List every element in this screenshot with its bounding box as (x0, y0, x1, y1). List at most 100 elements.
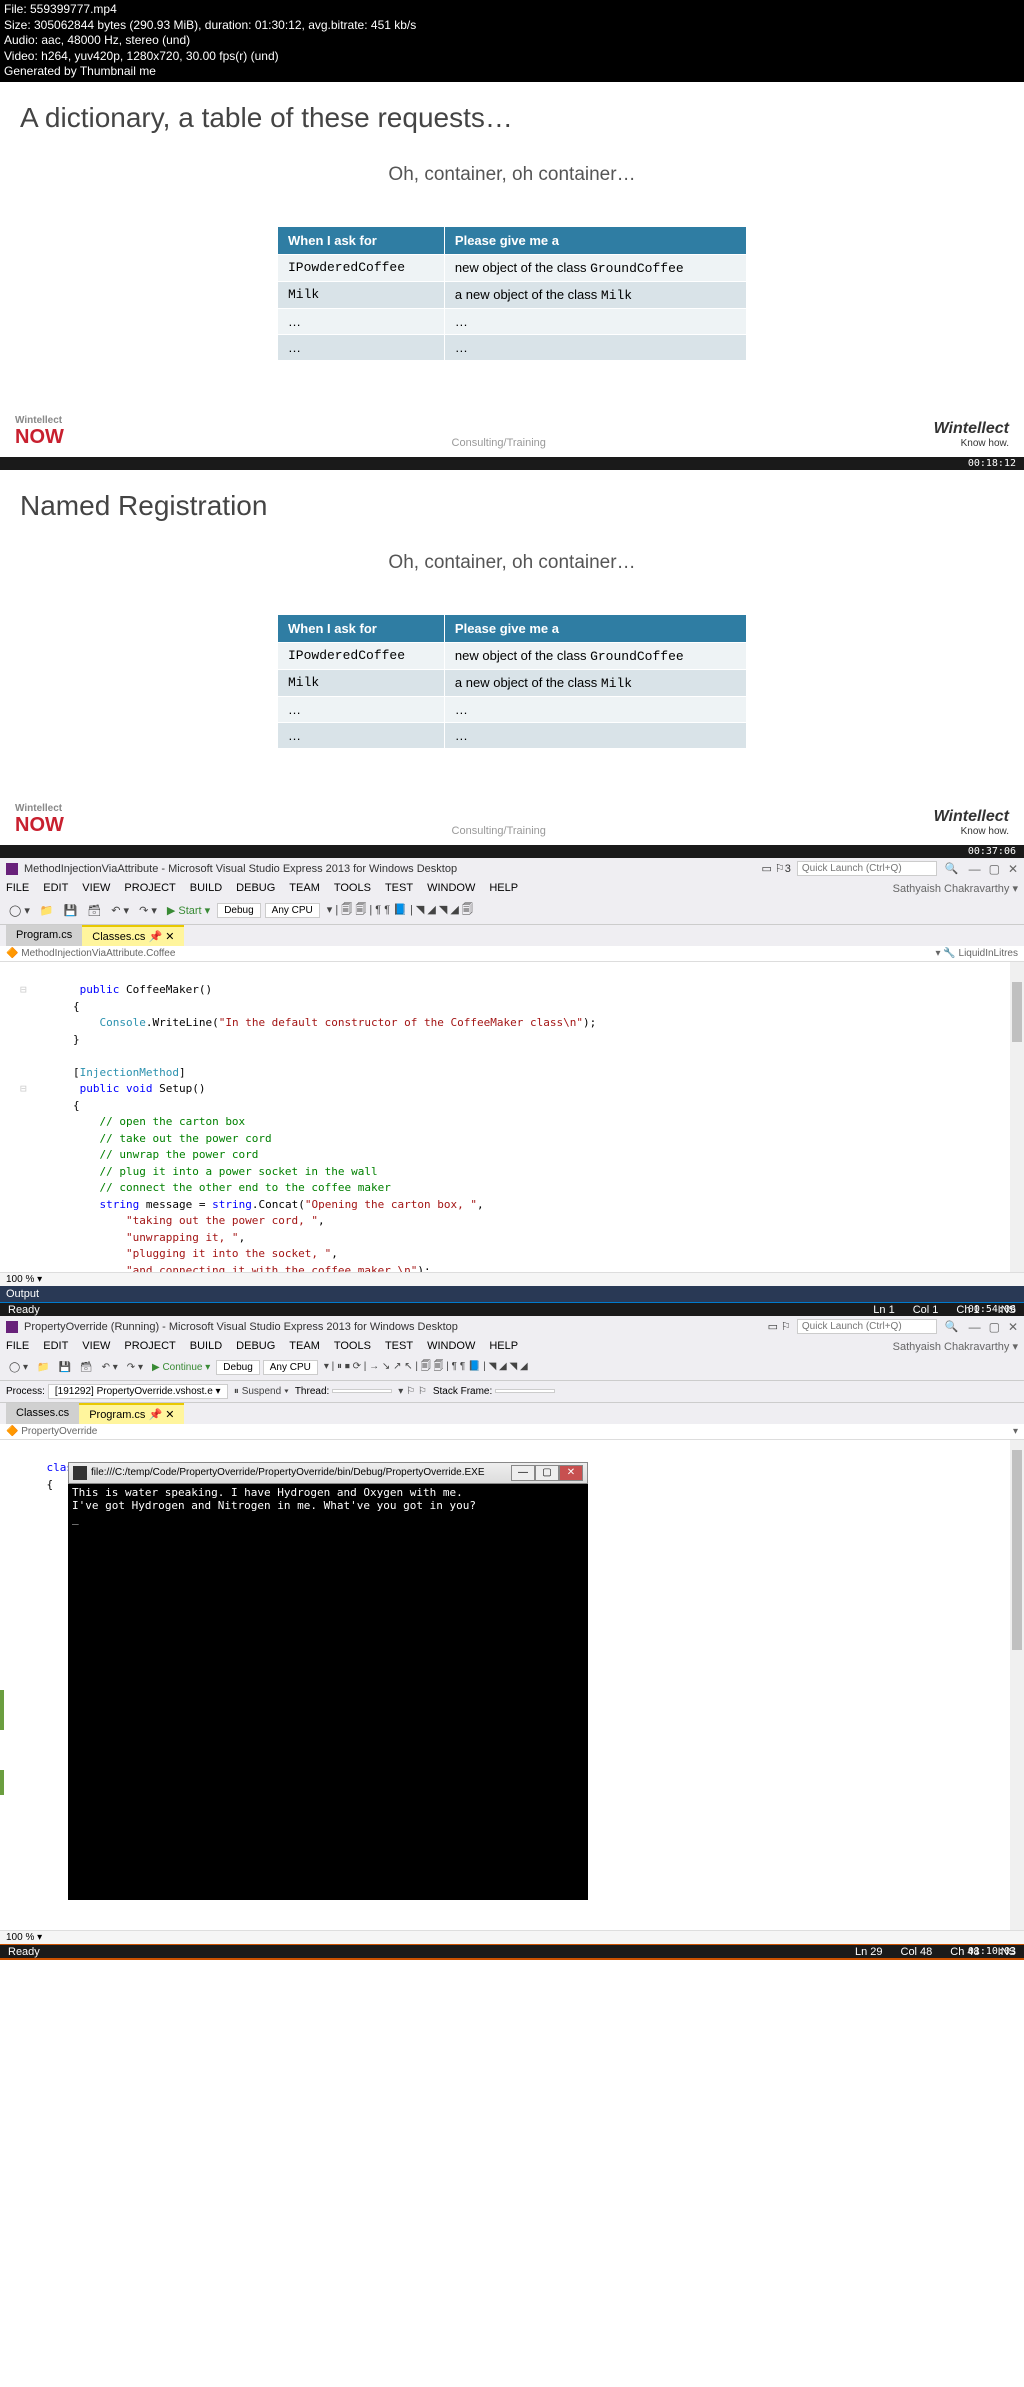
save-button[interactable]: 💾 (55, 1361, 73, 1374)
console-minimize[interactable]: — (511, 1465, 535, 1481)
menu-debug[interactable]: DEBUG (236, 882, 275, 895)
tab-program[interactable]: Program.cs 📌 ✕ (79, 1403, 184, 1424)
stackframe-dropdown[interactable] (495, 1389, 555, 1393)
vs-toolbar-row2: Process: [191292] PropertyOverride.vshos… (0, 1381, 1024, 1403)
menu-window[interactable]: WINDOW (427, 1340, 475, 1353)
close-button[interactable]: ✕ (1008, 1320, 1018, 1334)
platform-dropdown[interactable]: Any CPU (263, 1360, 318, 1375)
open-button[interactable]: 📁 (34, 1361, 52, 1374)
vs-toolbar-row1: ◯ ▾ 📁 💾 🗃 ↶ ▾ ↷ ▾ ▶ Continue ▾ Debug Any… (0, 1355, 1024, 1381)
vertical-scrollbar[interactable] (1010, 1440, 1024, 1930)
save-button[interactable]: 💾 (61, 903, 81, 918)
table-row: IPowderedCoffee new object of the class … (278, 642, 747, 669)
gen-line: Generated by Thumbnail me (4, 64, 1020, 80)
slide2-subtitle: Oh, container, oh container… (0, 552, 1024, 574)
console-window: file:///C:/temp/Code/PropertyOverride/Pr… (68, 1462, 588, 1897)
menu-file[interactable]: FILE (6, 882, 29, 895)
menu-view[interactable]: VIEW (82, 882, 110, 895)
suspend-button[interactable]: ⏸ Suspend ▾ (231, 1385, 292, 1398)
search-icon[interactable]: 🔍 (945, 862, 959, 875)
tab-pin-icon[interactable]: 📌 (149, 931, 163, 943)
window-title: MethodInjectionViaAttribute - Microsoft … (24, 863, 761, 875)
save-all-button[interactable]: 🗃 (77, 1361, 96, 1374)
open-button[interactable]: 📁 (37, 903, 57, 918)
undo-button[interactable]: ↶ ▾ (108, 903, 132, 918)
menu-file[interactable]: FILE (6, 1340, 29, 1353)
user-label[interactable]: Sathyaish Chakravarthy ▾ (893, 1340, 1018, 1353)
config-dropdown[interactable]: Debug (216, 1360, 259, 1375)
wintellect-logo: Wintellect Know how. (934, 808, 1009, 837)
menu-team[interactable]: TEAM (289, 1340, 320, 1353)
menu-edit[interactable]: EDIT (43, 882, 68, 895)
namespace-icon: 🔶 (6, 1426, 18, 1437)
console-titlebar[interactable]: file:///C:/temp/Code/PropertyOverride/Pr… (68, 1462, 588, 1484)
notification-icon[interactable]: ▭ ⚐ (768, 1320, 791, 1333)
member-icon: 🔧 (943, 948, 955, 959)
console-maximize[interactable]: ▢ (535, 1465, 559, 1481)
menu-project[interactable]: PROJECT (124, 882, 175, 895)
maximize-button[interactable]: ▢ (989, 1320, 1000, 1334)
start-button[interactable]: ▶ Start ▾ (164, 903, 213, 918)
tab-classes[interactable]: Classes.cs 📌 ✕ (82, 925, 184, 946)
process-dropdown[interactable]: [191292] PropertyOverride.vshost.e ▾ (48, 1384, 228, 1399)
platform-dropdown[interactable]: Any CPU (265, 903, 320, 918)
menu-edit[interactable]: EDIT (43, 1340, 68, 1353)
redo-button[interactable]: ↷ ▾ (124, 1361, 146, 1374)
menu-project[interactable]: PROJECT (124, 1340, 175, 1353)
notification-icon[interactable]: ▭ ⚐3 (761, 862, 790, 875)
menu-debug[interactable]: DEBUG (236, 1340, 275, 1353)
menu-test[interactable]: TEST (385, 882, 413, 895)
menu-test[interactable]: TEST (385, 1340, 413, 1353)
menu-view[interactable]: VIEW (82, 1340, 110, 1353)
menu-build[interactable]: BUILD (190, 1340, 222, 1353)
status-ln: Ln 29 (855, 1946, 883, 1958)
continue-button[interactable]: ▶ Continue ▾ (149, 1361, 213, 1374)
save-all-button[interactable]: 🗃 (84, 903, 104, 918)
vs-tabs: Program.cs Classes.cs 📌 ✕ (0, 925, 1024, 946)
zoom-level[interactable]: 100 % ▾ (0, 1272, 1024, 1286)
undo-button[interactable]: ↶ ▾ (99, 1361, 121, 1374)
tab-program[interactable]: Program.cs (6, 925, 82, 946)
zoom-level[interactable]: 100 % ▾ (0, 1930, 1024, 1944)
status-col: Col 48 (901, 1946, 933, 1958)
table-row: …… (278, 722, 747, 748)
menu-build[interactable]: BUILD (190, 882, 222, 895)
table-row: …… (278, 308, 747, 334)
output-panel-header[interactable]: Output (0, 1286, 1024, 1302)
close-button[interactable]: ✕ (1008, 862, 1018, 876)
config-dropdown[interactable]: Debug (217, 903, 260, 918)
vs-logo-icon (6, 863, 18, 875)
vs-tabs: Classes.cs Program.cs 📌 ✕ (0, 1403, 1024, 1424)
thread-dropdown[interactable] (332, 1389, 392, 1393)
menu-tools[interactable]: TOOLS (334, 882, 371, 895)
code-editor[interactable]: ⊟ public CoffeeMaker() { Console.WriteLi… (0, 962, 1024, 1272)
minimize-button[interactable]: — (969, 862, 981, 876)
back-button[interactable]: ◯ ▾ (6, 1361, 31, 1374)
menu-help[interactable]: HELP (489, 882, 518, 895)
tab-classes[interactable]: Classes.cs (6, 1403, 79, 1424)
back-button[interactable]: ◯ ▾ (6, 903, 33, 918)
vertical-scrollbar[interactable] (1010, 962, 1024, 1272)
status-ready: Ready (8, 1946, 855, 1958)
member-dropdown[interactable]: LiquidInLitres (959, 948, 1018, 959)
maximize-button[interactable]: ▢ (989, 862, 1000, 876)
quick-launch-input[interactable] (797, 1319, 937, 1334)
class-dropdown[interactable]: PropertyOverride (21, 1426, 97, 1437)
minimize-button[interactable]: — (969, 1320, 981, 1334)
breakpoint-margin (0, 1770, 4, 1795)
tab-close-icon[interactable]: ✕ (165, 931, 174, 943)
console-close[interactable]: ✕ (559, 1465, 583, 1481)
status-bar: Ready Ln 1 Col 1 Ch 1 INS (0, 1302, 1024, 1318)
menu-team[interactable]: TEAM (289, 882, 320, 895)
redo-button[interactable]: ↷ ▾ (136, 903, 160, 918)
user-label[interactable]: Sathyaish Chakravarthy ▾ (893, 882, 1018, 895)
menu-window[interactable]: WINDOW (427, 882, 475, 895)
console-output[interactable]: This is water speaking. I have Hydrogen … (68, 1484, 588, 1900)
di-table-1: When I ask for Please give me a IPowdere… (277, 226, 747, 361)
menu-tools[interactable]: TOOLS (334, 1340, 371, 1353)
menu-help[interactable]: HELP (489, 1340, 518, 1353)
search-icon[interactable]: 🔍 (945, 1320, 959, 1333)
class-dropdown[interactable]: MethodInjectionViaAttribute.Coffee (21, 948, 175, 959)
quick-launch-input[interactable] (797, 861, 937, 876)
breakpoint-margin (0, 1690, 4, 1730)
